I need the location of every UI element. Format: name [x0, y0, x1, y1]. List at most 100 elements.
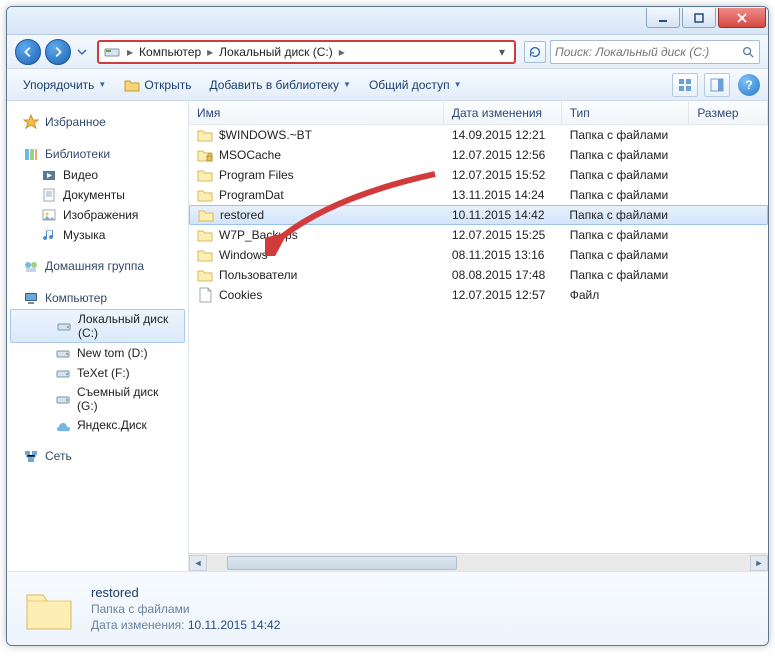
address-bar[interactable]: ▸ Компьютер ▸ Локальный диск (C:) ▸ ▾: [97, 40, 516, 64]
close-button[interactable]: [718, 8, 766, 28]
file-type: Папка с файлами: [562, 268, 690, 282]
libraries-icon: [23, 146, 39, 162]
file-date: 13.11.2015 14:24: [444, 188, 562, 202]
scroll-right[interactable]: ►: [750, 555, 768, 571]
search-icon: [741, 45, 755, 59]
drive-icon: [55, 365, 71, 381]
nav-pane: Избранное Библиотеки ВидеоДокументы Изобр…: [7, 101, 189, 571]
drive-icon: [55, 417, 71, 433]
sidebar-favorites[interactable]: Избранное: [7, 111, 188, 133]
sidebar-item-label: TeXet (F:): [77, 366, 130, 380]
file-type: Папка с файлами: [562, 248, 690, 262]
file-type: Папка с файлами: [562, 188, 690, 202]
details-modified: Дата изменения: 10.11.2015 14:42: [91, 618, 280, 632]
lib-icon: [41, 187, 57, 203]
folder-icon: [197, 187, 213, 203]
search-box[interactable]: [550, 40, 760, 64]
breadcrumb-sep: ▸: [337, 45, 347, 59]
file-name: Program Files: [219, 168, 294, 182]
preview-pane-button[interactable]: [704, 73, 730, 97]
sidebar-lib-item[interactable]: Изображения: [7, 205, 188, 225]
computer-icon: [23, 290, 39, 306]
col-date[interactable]: Дата изменения: [444, 101, 562, 124]
file-row[interactable]: W7P_Backups12.07.2015 15:25Папка с файла…: [189, 225, 768, 245]
address-dropdown[interactable]: ▾: [499, 45, 511, 59]
file-name: Cookies: [219, 288, 262, 302]
search-input[interactable]: [555, 45, 741, 59]
file-row[interactable]: restored10.11.2015 14:42Папка с файлами: [189, 205, 768, 225]
view-mode-button[interactable]: [672, 73, 698, 97]
forward-button[interactable]: [45, 39, 71, 65]
file-row[interactable]: Пользователи08.08.2015 17:48Папка с файл…: [189, 265, 768, 285]
file-row[interactable]: Cookies12.07.2015 12:57Файл: [189, 285, 768, 305]
sidebar-item-label: Изображения: [63, 208, 138, 222]
lib-icon: [41, 207, 57, 223]
sidebar-drive-item[interactable]: Яндекс.Диск: [7, 415, 188, 435]
file-icon: [197, 287, 213, 303]
add-to-library-button[interactable]: Добавить в библиотеку▼: [201, 74, 358, 96]
sidebar-lib-item[interactable]: Музыка: [7, 225, 188, 245]
file-list: Имя Дата изменения Тип Размер $WINDOWS.~…: [189, 101, 768, 571]
file-date: 08.08.2015 17:48: [444, 268, 562, 282]
maximize-button[interactable]: [682, 8, 716, 28]
file-date: 12.07.2015 12:57: [444, 288, 562, 302]
folder-icon: [197, 227, 213, 243]
breadcrumb-sep: ▸: [125, 45, 135, 59]
scroll-left[interactable]: ◄: [189, 555, 207, 571]
file-name: restored: [220, 208, 264, 222]
sidebar-lib-item[interactable]: Видео: [7, 165, 188, 185]
folder-icon: [197, 267, 213, 283]
file-row[interactable]: Windows08.11.2015 13:16Папка с файлами: [189, 245, 768, 265]
file-type: Папка с файлами: [562, 228, 690, 242]
sidebar-drive-item[interactable]: New tom (D:): [7, 343, 188, 363]
lib-icon: [41, 227, 57, 243]
sidebar-item-label: Яндекс.Диск: [77, 418, 147, 432]
back-button[interactable]: [15, 39, 41, 65]
breadcrumb-computer[interactable]: Компьютер: [135, 45, 205, 59]
help-button[interactable]: ?: [738, 74, 760, 96]
file-date: 14.09.2015 12:21: [444, 128, 562, 142]
file-row[interactable]: $WINDOWS.~BT14.09.2015 12:21Папка с файл…: [189, 125, 768, 145]
breadcrumb-current[interactable]: Локальный диск (C:): [215, 45, 337, 59]
toolbar: Упорядочить▼ Открыть Добавить в библиоте…: [7, 69, 768, 101]
file-date: 12.07.2015 12:56: [444, 148, 562, 162]
file-name: W7P_Backups: [219, 228, 298, 242]
sidebar-item-label: New tom (D:): [77, 346, 148, 360]
sidebar-drive-item[interactable]: Съемный диск (G:): [7, 383, 188, 415]
col-type[interactable]: Тип: [562, 101, 690, 124]
minimize-button[interactable]: [646, 8, 680, 28]
folder-icon: [197, 147, 213, 163]
file-row[interactable]: ProgramDat 13.11.2015 14:24Папка с файлам…: [189, 185, 768, 205]
details-type: Папка с файлами: [91, 602, 280, 616]
sidebar-lib-item[interactable]: Документы: [7, 185, 188, 205]
history-dropdown[interactable]: [75, 42, 89, 62]
folder-icon: [197, 167, 213, 183]
column-headers: Имя Дата изменения Тип Размер: [189, 101, 768, 125]
folder-icon: [198, 207, 214, 223]
explorer-window: ▸ Компьютер ▸ Локальный диск (C:) ▸ ▾ Уп…: [6, 6, 769, 646]
horizontal-scrollbar[interactable]: ◄ ►: [189, 553, 768, 571]
file-name: ProgramDat: [219, 188, 284, 202]
sidebar-homegroup[interactable]: Домашняя группа: [7, 255, 188, 277]
organize-button[interactable]: Упорядочить▼: [15, 74, 114, 96]
sidebar-network[interactable]: Сеть: [7, 445, 188, 467]
titlebar: [7, 7, 768, 35]
details-thumbnail: [21, 581, 77, 637]
breadcrumb-sep: ▸: [205, 45, 215, 59]
scroll-thumb[interactable]: [227, 556, 457, 570]
file-date: 12.07.2015 15:52: [444, 168, 562, 182]
sidebar-drive-item[interactable]: Локальный диск (C:): [10, 309, 185, 343]
homegroup-icon: [23, 258, 39, 274]
open-icon: [124, 77, 140, 93]
open-button[interactable]: Открыть: [116, 73, 199, 97]
sidebar-computer[interactable]: Компьютер: [7, 287, 188, 309]
col-size[interactable]: Размер: [689, 101, 768, 124]
drive-icon: [103, 43, 121, 61]
file-row[interactable]: MSOCache12.07.2015 12:56Папка с файлами: [189, 145, 768, 165]
sidebar-drive-item[interactable]: TeXet (F:): [7, 363, 188, 383]
col-name[interactable]: Имя: [189, 101, 444, 124]
sidebar-libraries[interactable]: Библиотеки: [7, 143, 188, 165]
share-button[interactable]: Общий доступ▼: [361, 74, 470, 96]
file-row[interactable]: Program Files12.07.2015 15:52Папка с фай…: [189, 165, 768, 185]
refresh-button[interactable]: [524, 41, 546, 63]
